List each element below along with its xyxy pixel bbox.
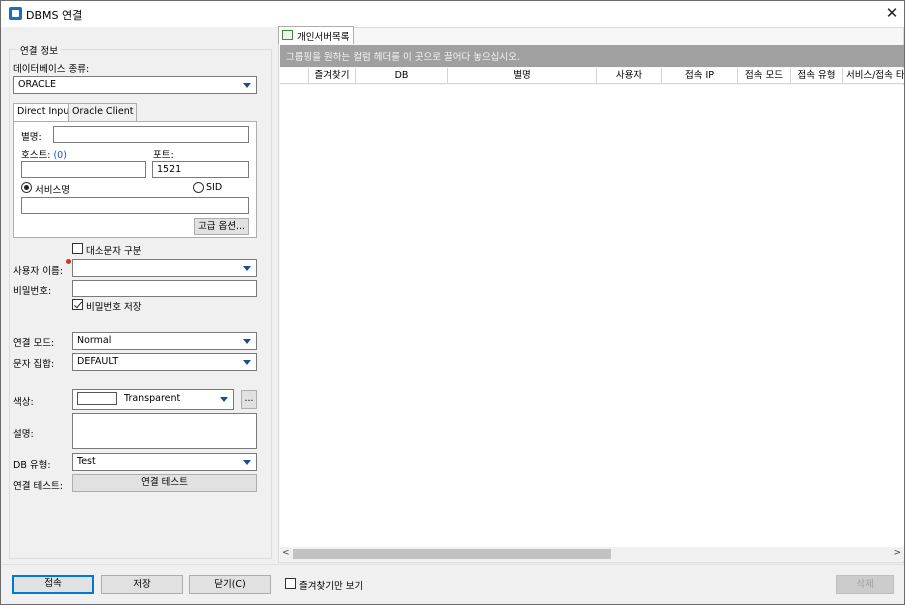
- color-swatch: [77, 392, 117, 405]
- username-select[interactable]: [72, 259, 257, 277]
- scrollbar-thumb[interactable]: [293, 549, 611, 559]
- save-password-checkbox[interactable]: [72, 299, 83, 310]
- save-password-label: 비밀번호 저장: [86, 302, 142, 313]
- port-label: 포트:: [153, 150, 174, 161]
- username-label: 사용자 이름:: [13, 266, 63, 277]
- db-kind-value: Test: [77, 456, 96, 467]
- case-sensitive-label: 대소문자 구분: [86, 246, 142, 257]
- db-type-label: 데이터베이스 종류:: [13, 64, 90, 75]
- host-label: 호스트: (0): [21, 147, 67, 161]
- scroll-right-icon[interactable]: >: [893, 548, 901, 558]
- server-list-tab-label: 개인서버목록: [297, 32, 350, 43]
- column-header-service[interactable]: 서비스/접속 타: [842, 68, 904, 84]
- service-name-radio[interactable]: [21, 182, 32, 193]
- column-header-user[interactable]: 사용자: [596, 68, 661, 84]
- service-input[interactable]: [21, 197, 249, 214]
- color-value: Transparent: [124, 393, 181, 404]
- dbms-connect-dialog: DBMS 연결 ✕ 연결 정보 데이터베이스 종류: ORACLE Direct…: [0, 0, 905, 605]
- sid-radio[interactable]: [193, 182, 204, 193]
- db-type-value: ORACLE: [18, 79, 56, 90]
- color-label: 색상:: [13, 397, 34, 408]
- conn-mode-value: Normal: [77, 335, 112, 346]
- conn-test-button[interactable]: 연결 테스트: [72, 474, 257, 492]
- tab-oracle-client[interactable]: Oracle Client: [68, 103, 138, 122]
- scroll-left-icon[interactable]: <: [282, 548, 290, 558]
- charset-select[interactable]: DEFAULT: [72, 353, 257, 371]
- close-icon[interactable]: ✕: [881, 3, 903, 23]
- chevron-down-icon: [243, 360, 251, 365]
- column-header-conn-type[interactable]: 접속 유형: [790, 68, 842, 84]
- tab-personal-server-list[interactable]: 개인서버목록: [278, 26, 355, 44]
- port-input[interactable]: 1521: [152, 161, 249, 178]
- password-input[interactable]: [72, 280, 257, 297]
- favorites-only-checkbox[interactable]: [285, 578, 296, 589]
- column-header-alias[interactable]: 별명: [447, 68, 596, 84]
- chevron-down-icon: [243, 266, 251, 271]
- column-header-ip[interactable]: 접속 IP: [661, 68, 737, 84]
- alias-input[interactable]: [53, 126, 249, 143]
- password-label: 비밀번호:: [13, 286, 52, 297]
- chevron-down-icon: [220, 397, 228, 402]
- sid-label: SID: [206, 182, 223, 193]
- description-label: 설명:: [13, 429, 34, 440]
- column-header-favorite[interactable]: 즐겨찾기: [308, 68, 355, 84]
- alias-label: 별명:: [21, 132, 42, 143]
- conn-mode-label: 연결 모드:: [13, 338, 55, 349]
- server-grid[interactable]: [280, 85, 904, 547]
- host-label-text: 호스트:: [21, 150, 51, 161]
- group-by-drop-area[interactable]: 그룹핑을 원하는 컬럼 헤더를 이 곳으로 끌어다 놓으십시오.: [280, 45, 904, 67]
- color-select[interactable]: Transparent: [72, 389, 234, 410]
- chevron-down-icon: [243, 83, 251, 88]
- chevron-down-icon: [243, 339, 251, 344]
- horizontal-scrollbar[interactable]: < >: [280, 547, 904, 561]
- chevron-down-icon: [243, 460, 251, 465]
- required-icon: [66, 259, 71, 264]
- connect-button[interactable]: 접속: [12, 575, 94, 594]
- app-database-icon: [9, 7, 22, 20]
- group-title: 연결 정보: [17, 43, 61, 57]
- column-header-conn-mode[interactable]: 접속 모드: [737, 68, 790, 84]
- close-button[interactable]: 닫기(C): [189, 575, 271, 594]
- db-type-select[interactable]: ORACLE: [13, 76, 257, 94]
- title-bar: DBMS 연결 ✕: [1, 1, 904, 27]
- footer-divider: [2, 564, 904, 565]
- host-count: (0): [53, 150, 67, 161]
- charset-label: 문자 집합:: [13, 359, 55, 370]
- save-button[interactable]: 저장: [101, 575, 183, 594]
- advanced-options-button[interactable]: 고급 옵션...: [194, 218, 249, 235]
- color-more-button[interactable]: ...: [241, 390, 257, 409]
- favorites-only-label: 즐겨찾기만 보기: [299, 581, 364, 592]
- list-icon: [282, 30, 293, 40]
- db-kind-label: DB 유형:: [13, 460, 51, 471]
- description-input[interactable]: [72, 413, 257, 449]
- window-title: DBMS 연결: [26, 9, 83, 22]
- case-sensitive-checkbox[interactable]: [72, 243, 83, 254]
- grid-header: 즐겨찾기 DB 별명 사용자 접속 IP 접속 모드 접속 유형 서비스/접속 …: [280, 68, 904, 84]
- host-input[interactable]: [21, 161, 146, 178]
- service-name-label: 서비스명: [35, 185, 70, 196]
- conn-test-label: 연결 테스트:: [13, 481, 63, 492]
- delete-button[interactable]: 삭제: [836, 575, 894, 594]
- conn-mode-select[interactable]: Normal: [72, 332, 257, 350]
- charset-value: DEFAULT: [77, 356, 119, 367]
- column-header-db[interactable]: DB: [355, 68, 447, 84]
- db-kind-select[interactable]: Test: [72, 453, 257, 471]
